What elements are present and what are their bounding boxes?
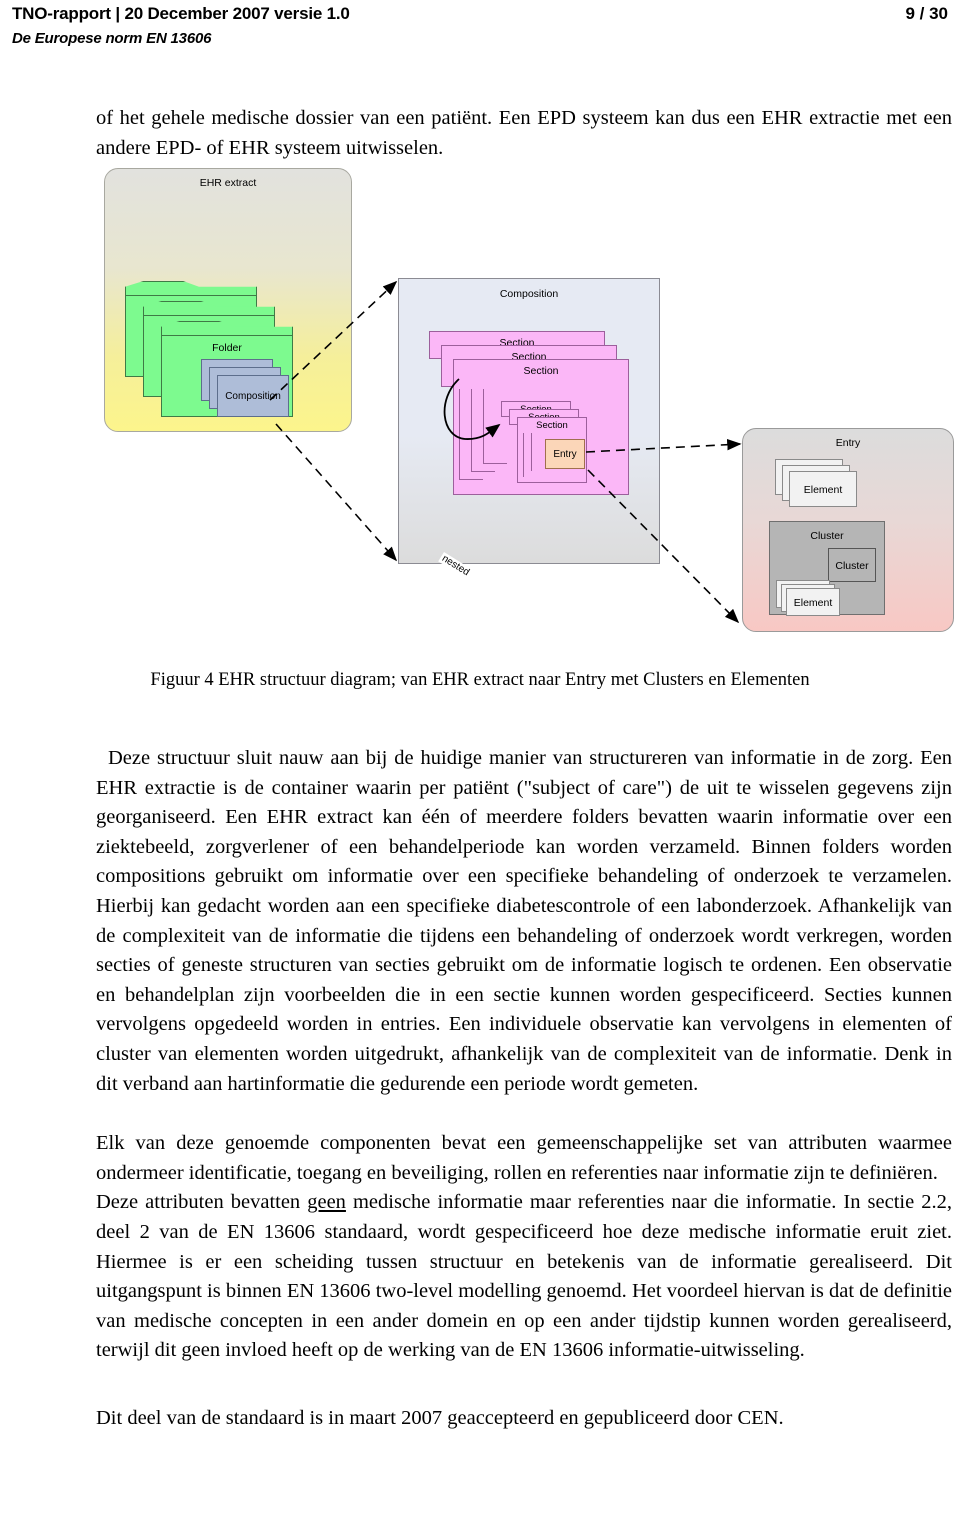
paragraph-3-emphasis: geen xyxy=(307,1191,346,1214)
paragraph-gap-2 xyxy=(96,1366,952,1404)
nested-arrow-svg xyxy=(443,378,501,440)
intro-block: of het gehele medische dossier van een p… xyxy=(96,104,952,163)
body-text-block: Deze structuur sluit nauw aan bij de hui… xyxy=(96,744,952,1433)
connector-composition-bottom xyxy=(275,423,398,562)
page-header: TNO-rapport | 20 December 2007 versie 1.… xyxy=(0,0,960,56)
entry-box-label: Entry xyxy=(835,437,861,449)
composition-card-front: Composition xyxy=(217,375,289,417)
nested-arrow-path xyxy=(443,378,501,440)
folder-label: Folder xyxy=(212,342,242,354)
entry-container: Entry Element Cluster Cluster Element xyxy=(742,428,954,632)
composition-inner-label: Composition xyxy=(225,391,281,402)
paragraph-1: Deze structuur sluit nauw aan bij de hui… xyxy=(96,747,952,1095)
paragraph-2: Elk van deze genoemde componenten bevat … xyxy=(96,1132,952,1184)
figure-caption: Figuur 4 EHR structuur diagram; van EHR … xyxy=(150,670,810,690)
ehr-extract-label: EHR extract xyxy=(199,177,257,189)
element-card-bottom-front: Element xyxy=(786,588,840,616)
paragraph-3-before: Deze attributen bevatten xyxy=(96,1191,308,1214)
paragraph-intro: of het gehele medische dossier van een p… xyxy=(96,107,952,159)
paragraph-gap-1 xyxy=(96,1099,952,1129)
ehr-extract-container: EHR extract Folder Composition xyxy=(104,168,352,432)
element-label-top: Element xyxy=(803,484,843,496)
paragraph-4: Dit deel van de standaard is in maart 20… xyxy=(96,1406,784,1429)
report-title: TNO-rapport | 20 December 2007 versie 1.… xyxy=(12,4,350,23)
paragraph-3: Deze attributen bevatten geen medische i… xyxy=(96,1188,952,1366)
page-number: 9 / 30 xyxy=(905,4,948,23)
element-card-top-front: Element xyxy=(789,471,857,507)
element-label-bottom: Element xyxy=(793,597,833,609)
figure-ehr-structuur-diagram: EHR extract Folder Composition Compositi… xyxy=(0,160,960,690)
cluster-inner-label: Cluster xyxy=(835,560,869,572)
cluster-inner: Cluster xyxy=(828,548,876,582)
paragraph-3-after: medische informatie maar referenties naa… xyxy=(96,1191,952,1362)
header-subtitle: De Europese norm EN 13606 xyxy=(12,30,212,47)
cluster-outer-label: Cluster xyxy=(810,530,844,542)
composition-container: Composition Section Section Section Sect… xyxy=(398,278,660,564)
cluster-outer: Cluster Cluster Element xyxy=(769,521,885,616)
